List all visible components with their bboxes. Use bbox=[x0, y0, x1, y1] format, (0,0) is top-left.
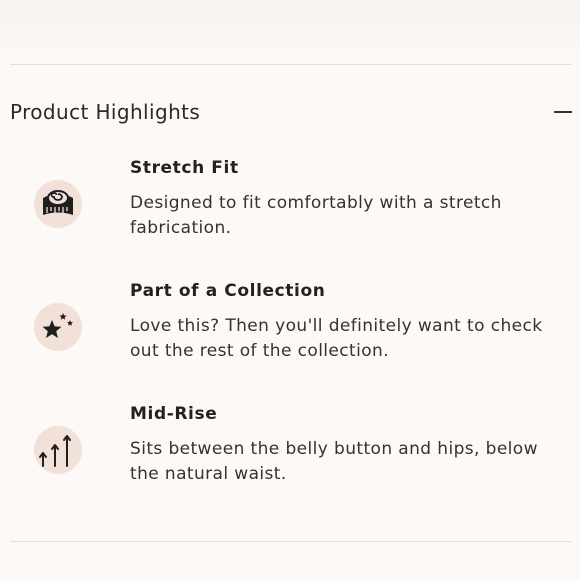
section-title: Product Highlights bbox=[10, 100, 201, 124]
rising-arrows-icon bbox=[34, 426, 82, 474]
section-divider-top bbox=[10, 64, 572, 65]
highlight-description: Sits between the belly button and hips, … bbox=[130, 439, 538, 484]
highlight-title: Stretch Fit bbox=[130, 158, 239, 178]
product-highlights-toggle[interactable]: Product Highlights bbox=[10, 92, 572, 132]
highlight-description: Designed to fit comfortably with a stret… bbox=[130, 193, 502, 238]
previous-section-fade bbox=[0, 0, 580, 66]
measuring-tape-icon bbox=[34, 180, 82, 228]
stars-icon bbox=[34, 303, 82, 351]
section-divider-bottom bbox=[10, 541, 572, 542]
highlight-title: Part of a Collection bbox=[130, 281, 326, 301]
highlight-description: Love this? Then you'll definitely want t… bbox=[130, 316, 543, 361]
highlight-title: Mid-Rise bbox=[130, 404, 218, 424]
minus-icon[interactable] bbox=[554, 102, 572, 122]
